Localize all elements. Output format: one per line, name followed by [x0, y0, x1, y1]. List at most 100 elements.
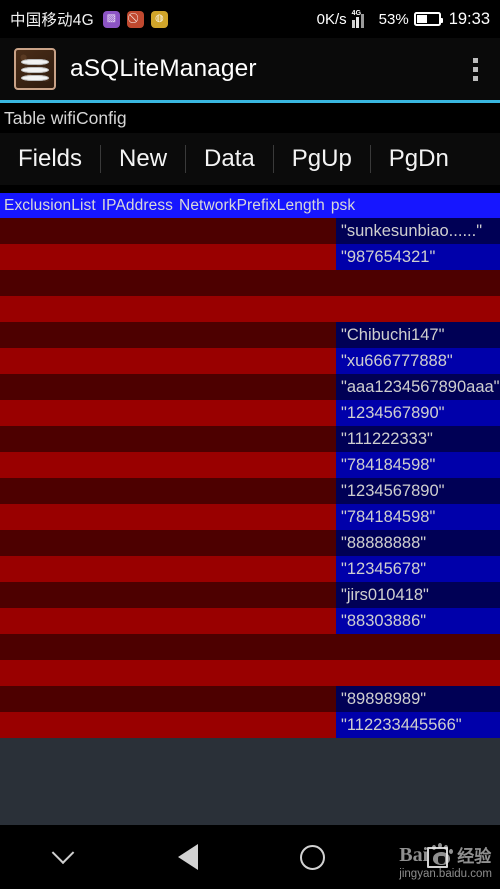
table-row[interactable]: "jirs010418" [0, 582, 500, 608]
row-left-cells[interactable] [0, 322, 336, 348]
table-row[interactable]: "aaa1234567890aaa" [0, 374, 500, 400]
column-header-psk[interactable]: psk [331, 197, 355, 215]
cell-psk[interactable]: "sunkesunbiao......" [336, 218, 500, 244]
table-row[interactable]: "1234567890" [0, 478, 500, 504]
fields-button[interactable]: Fields [0, 133, 100, 185]
row-left-cells[interactable] [0, 374, 336, 400]
home-button[interactable] [250, 825, 375, 889]
table-row[interactable]: "987654321" [0, 244, 500, 270]
table-row[interactable]: "xu666777888" [0, 348, 500, 374]
table-row[interactable] [0, 270, 500, 296]
row-left-cells[interactable] [0, 660, 336, 686]
back-button-icon [177, 844, 198, 870]
data-grid[interactable]: ExclusionList IPAddress NetworkPrefixLengt… [0, 193, 500, 738]
status-bar: 中国移动4G ▨ ⃠ ◍ 0K/s 4G 53% 19:33 [0, 0, 500, 38]
column-header-exclusionlist[interactable]: ExclusionList [4, 197, 96, 215]
cloud-icon: ◍ [150, 10, 168, 28]
row-left-cells[interactable] [0, 348, 336, 374]
grid-header-row[interactable]: ExclusionList IPAddress NetworkPrefixLengt… [0, 193, 500, 218]
hide-navbar-chevron-icon [51, 841, 74, 865]
row-left-cells[interactable] [0, 608, 336, 634]
clock-label: 19:33 [448, 9, 490, 28]
cell-psk[interactable] [336, 296, 500, 322]
row-left-cells[interactable] [0, 634, 336, 660]
table-row[interactable]: "111222333" [0, 426, 500, 452]
battery-icon [413, 12, 443, 26]
watermark-url: jingyan.baidu.com [399, 868, 492, 880]
pgup-button[interactable]: PgUp [274, 133, 370, 185]
cell-psk[interactable]: "111222333" [336, 426, 500, 452]
cell-psk[interactable]: "aaa1234567890aaa" [336, 374, 500, 400]
row-left-cells[interactable] [0, 582, 336, 608]
overflow-menu-button[interactable] [465, 54, 486, 85]
table-row[interactable]: "89898989" [0, 686, 500, 712]
cell-psk[interactable]: "784184598" [336, 504, 500, 530]
row-left-cells[interactable] [0, 478, 336, 504]
table-row[interactable] [0, 296, 500, 322]
row-left-cells[interactable] [0, 686, 336, 712]
row-left-cells[interactable] [0, 244, 336, 270]
cell-psk[interactable]: "987654321" [336, 244, 500, 270]
mute-icon: ⃠ [126, 10, 144, 28]
table-row[interactable]: "12345678" [0, 556, 500, 582]
cell-psk[interactable]: "89898989" [336, 686, 500, 712]
app-bar: aSQLiteManager [0, 38, 500, 100]
cell-psk[interactable] [336, 270, 500, 296]
baidu-jingyan-watermark: Bai 经验 jingyan.baidu.com [399, 842, 492, 880]
cell-psk[interactable]: "1234567890" [336, 400, 500, 426]
table-row[interactable]: "Chibuchi147" [0, 322, 500, 348]
cell-psk[interactable]: "Chibuchi147" [336, 322, 500, 348]
status-right-cluster: 0K/s 4G 53% 19:33 [317, 10, 490, 29]
battery-percent-label: 53% [378, 10, 409, 28]
home-button-icon [300, 844, 325, 870]
cell-psk[interactable]: "1234567890" [336, 478, 500, 504]
phone-screen: 中国移动4G ▨ ⃠ ◍ 0K/s 4G 53% 19:33 aSQLiteMa… [0, 0, 500, 889]
table-row[interactable]: "sunkesunbiao......" [0, 218, 500, 244]
table-row[interactable]: "784184598" [0, 504, 500, 530]
table-row[interactable]: "784184598" [0, 452, 500, 478]
hide-navbar-button[interactable] [0, 825, 125, 889]
table-row[interactable] [0, 660, 500, 686]
new-button[interactable]: New [101, 133, 185, 185]
back-button[interactable] [125, 825, 250, 889]
network-type-label: 4G [351, 9, 362, 17]
column-header-ipaddress[interactable]: IPAddress [102, 197, 173, 215]
status-notification-icons: ▨ ⃠ ◍ [102, 10, 168, 28]
baidu-paw-icon [429, 843, 454, 867]
table-row[interactable]: "88888888" [0, 530, 500, 556]
row-left-cells[interactable] [0, 400, 336, 426]
row-left-cells[interactable] [0, 296, 336, 322]
table-row[interactable] [0, 634, 500, 660]
row-left-cells[interactable] [0, 712, 336, 738]
cell-psk[interactable] [336, 634, 500, 660]
net-speed-label: 0K/s [316, 10, 347, 28]
cell-psk[interactable]: "112233445566" [336, 712, 500, 738]
cell-psk[interactable] [336, 660, 500, 686]
table-row[interactable]: "1234567890" [0, 400, 500, 426]
row-left-cells[interactable] [0, 530, 336, 556]
pgdn-button[interactable]: PgDn [371, 133, 467, 185]
signal-bars-icon: 4G [351, 9, 374, 28]
row-left-cells[interactable] [0, 270, 336, 296]
cell-psk[interactable]: "88303886" [336, 608, 500, 634]
system-nav-bar: Bai 经验 jingyan.baidu.com [0, 825, 500, 889]
cell-psk[interactable]: "xu666777888" [336, 348, 500, 374]
cell-psk[interactable]: "784184598" [336, 452, 500, 478]
row-left-cells[interactable] [0, 218, 336, 244]
column-header-networkprefixlength[interactable]: NetworkPrefixLength [179, 197, 325, 215]
cell-psk[interactable]: "jirs010418" [336, 582, 500, 608]
watermark-suffix: 经验 [457, 847, 492, 866]
row-left-cells[interactable] [0, 452, 336, 478]
app-title: aSQLiteManager [70, 55, 257, 82]
cell-psk[interactable]: "12345678" [336, 556, 500, 582]
cell-psk[interactable]: "88888888" [336, 530, 500, 556]
data-button[interactable]: Data [186, 133, 273, 185]
table-row[interactable]: "88303886" [0, 608, 500, 634]
action-button-bar: Fields New Data PgUp PgDn [0, 133, 500, 185]
row-left-cells[interactable] [0, 426, 336, 452]
table-row[interactable]: "112233445566" [0, 712, 500, 738]
row-left-cells[interactable] [0, 504, 336, 530]
carrier-label: 中国移动4G [10, 12, 94, 29]
row-left-cells[interactable] [0, 556, 336, 582]
watermark-brand: Bai [399, 844, 429, 866]
